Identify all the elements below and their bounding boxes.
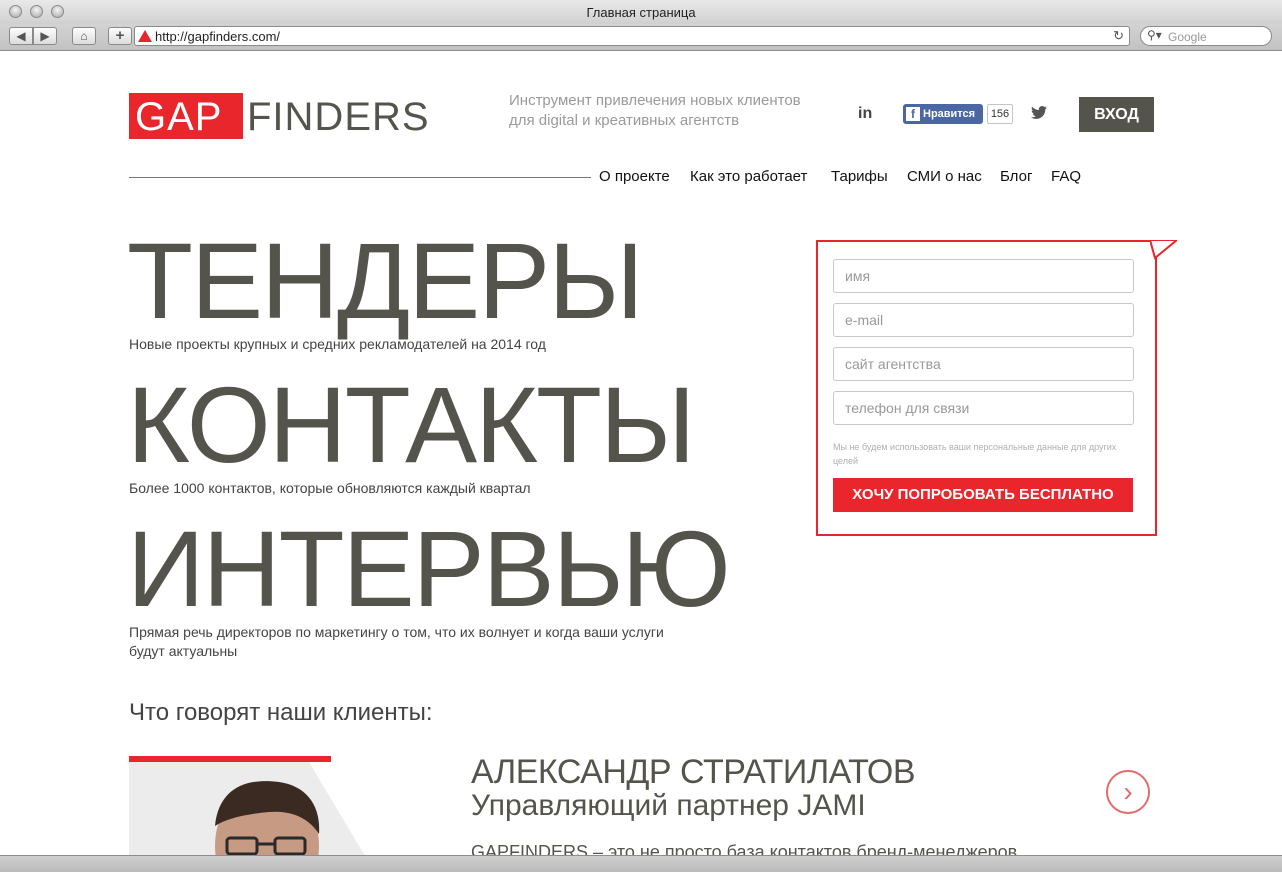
privacy-note: Мы не будем использовать ваши персональн…: [833, 442, 1117, 466]
search-field[interactable]: ⚲▾ Google: [1140, 26, 1272, 46]
twitter-icon[interactable]: [1031, 106, 1047, 119]
client-name: АЛЕКСАНДР СТРАТИЛАТОВ: [471, 753, 916, 791]
forward-arrow-icon: ▶: [40, 29, 50, 43]
client-quote: GAPFINDERS – это не просто база контакто…: [471, 842, 1018, 855]
back-arrow-icon: ◀: [16, 29, 26, 43]
nav-item-faq[interactable]: FAQ: [1051, 168, 1081, 185]
hero-contacts-subtext: Более 1000 контактов, которые обновляютс…: [129, 480, 531, 496]
facebook-like-count: 156: [987, 104, 1013, 124]
name-field[interactable]: имя: [833, 259, 1134, 293]
hero-interviews-subtext: Прямая речь директоров по маркетингу о т…: [129, 624, 664, 659]
nav-divider: [129, 177, 591, 178]
client-role: Управляющий партнер JAMI: [471, 789, 866, 822]
search-icon: ⚲▾: [1147, 28, 1162, 42]
photo-accent-bar: [129, 756, 331, 762]
nav-item-press[interactable]: СМИ о нас: [907, 168, 982, 185]
nav-item-pricing[interactable]: Тарифы: [831, 168, 888, 185]
web-page: GAP FINDERS Инструмент привлечения новых…: [0, 51, 1282, 855]
home-icon: ⌂: [80, 29, 88, 43]
testimonials-heading: Что говорят наши клиенты:: [129, 699, 433, 726]
agency-site-field[interactable]: сайт агентства: [833, 347, 1134, 381]
nav-item-how-it-works[interactable]: Как это работает: [690, 168, 807, 185]
browser-status-bar: [0, 855, 1282, 872]
window-title: Главная страница: [586, 5, 696, 20]
forward-button[interactable]: ▶: [33, 27, 57, 45]
email-field[interactable]: e-mail: [833, 303, 1134, 337]
client-photo: [129, 756, 365, 855]
linkedin-icon[interactable]: in: [858, 105, 872, 123]
hero-interviews-heading: ИНТЕРВЬЮ: [127, 508, 731, 629]
home-button[interactable]: ⌂: [72, 27, 96, 45]
logo-gap-text: GAP: [135, 95, 223, 139]
nav-item-about[interactable]: О проекте: [599, 168, 670, 185]
back-button[interactable]: ◀: [9, 27, 33, 45]
reload-icon[interactable]: ↻: [1113, 28, 1124, 44]
chevron-right-icon: ›: [1123, 776, 1133, 807]
hero-tenders-heading: ТЕНДЕРЫ: [127, 220, 644, 341]
hero-contacts-heading: КОНТАКТЫ: [127, 364, 696, 485]
site-favicon-icon: [138, 30, 152, 42]
search-placeholder: Google: [1168, 30, 1207, 44]
facebook-like-label: Нравится: [923, 108, 976, 120]
facebook-icon: f: [906, 107, 920, 121]
add-bookmark-button[interactable]: +: [108, 27, 132, 45]
logo-red-block: GAP: [129, 93, 243, 139]
site-tagline: Инструмент привлечения новых клиентов дл…: [509, 92, 801, 129]
facebook-like-button[interactable]: f Нравится: [903, 104, 983, 124]
login-button[interactable]: ВХОД: [1079, 97, 1154, 132]
client-portrait-image: [129, 762, 365, 855]
next-testimonial-button[interactable]: ›: [1106, 770, 1150, 814]
try-free-button[interactable]: ХОЧУ ПОПРОБОВАТЬ БЕСПЛАТНО: [833, 478, 1133, 512]
signup-form: имя e-mail сайт агентства телефон для св…: [816, 240, 1177, 536]
form-corner-flag: [1150, 240, 1177, 260]
phone-field[interactable]: телефон для связи: [833, 391, 1134, 425]
logo-finders-text: FINDERS: [247, 95, 430, 139]
window-titlebar: Главная страница: [0, 0, 1282, 25]
nav-item-blog[interactable]: Блог: [1000, 168, 1032, 185]
hero-tenders-subtext: Новые проекты крупных и средних рекламод…: [129, 336, 546, 352]
plus-icon: +: [115, 27, 125, 44]
url-text: http://gapfinders.com/: [155, 29, 281, 44]
browser-toolbar: ◀ ▶ ⌂ + http://gapfinders.com/ ↻ ⚲▾ Goog…: [0, 24, 1282, 51]
address-bar[interactable]: http://gapfinders.com/ ↻: [134, 26, 1130, 46]
